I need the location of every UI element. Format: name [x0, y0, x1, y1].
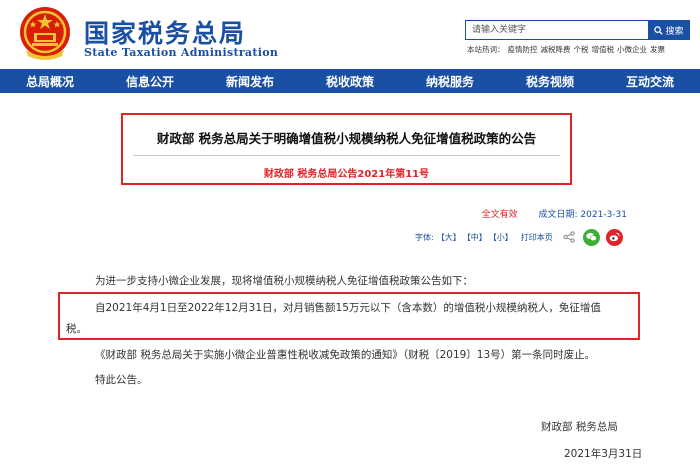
date-label: 成文日期:: [538, 210, 578, 220]
wechat-glyph-icon: [586, 232, 597, 242]
date-value: 2021-3-31: [580, 210, 627, 220]
article-title: 财政部 税务总局关于明确增值税小规模纳税人免征增值税政策的公告: [156, 131, 537, 146]
paragraph-policy-line2: 税。: [66, 323, 87, 335]
nav-item-taxpayer-service[interactable]: 纳税服务: [400, 69, 500, 93]
hot-word-link[interactable]: 增值税: [592, 45, 615, 54]
national-emblem-icon[interactable]: [18, 4, 72, 62]
signature: 财政部 税务总局: [541, 421, 618, 433]
signature-date: 2021年3月31日: [564, 448, 643, 460]
hot-word-link[interactable]: 个税: [574, 45, 589, 54]
nav-item-interaction[interactable]: 互动交流: [600, 69, 700, 93]
validity-status: 全文有效: [481, 210, 518, 220]
font-small-button[interactable]: 【小】: [489, 232, 513, 243]
paragraph-intro: 为进一步支持小微企业发展，现将增值税小规模纳税人免征增值税政策公告如下：: [95, 275, 473, 287]
nav-item-info-disclosure[interactable]: 信息公开: [100, 69, 200, 93]
hot-word-link[interactable]: 发票: [650, 45, 665, 54]
share-icon[interactable]: [563, 231, 575, 243]
article-meta: 全文有效 成文日期: 2021-3-31: [482, 207, 627, 220]
font-large-button[interactable]: 【大】: [437, 232, 461, 243]
nav-item-tax-policy[interactable]: 税收政策: [300, 69, 400, 93]
site-logo-subtitle: State Taxation Administration: [84, 46, 279, 59]
site-header: 国家税务总局 State Taxation Administration 搜索 …: [0, 0, 700, 68]
hot-words: 本站热词： 疫情防控 减税降费 个税 增值税 小微企业 发票: [467, 44, 668, 55]
search-icon: [654, 25, 664, 35]
nav-item-news[interactable]: 新闻发布: [200, 69, 300, 93]
hot-word-link[interactable]: 减税降费: [541, 45, 571, 54]
search-button-label: 搜索: [665, 26, 684, 37]
search-input[interactable]: [466, 21, 646, 39]
print-button[interactable]: 打印本页: [521, 232, 553, 243]
article-tools: 字体: 【大】 【中】 【小】 打印本页: [415, 228, 623, 246]
title-divider: [133, 155, 560, 156]
weibo-glyph-icon: [609, 232, 620, 242]
hot-words-label: 本站热词：: [467, 45, 505, 54]
font-size-label: 字体:: [415, 232, 434, 242]
hot-word-link[interactable]: 小微企业: [617, 45, 647, 54]
paragraph-policy-line1: 自2021年4月1日至2022年12月31日，对月销售额15万元以下（含本数）的…: [95, 302, 601, 314]
weibo-share-icon[interactable]: [605, 228, 623, 246]
search-button[interactable]: 搜索: [648, 20, 690, 40]
site-logo-title[interactable]: 国家税务总局: [84, 14, 246, 50]
article-document-number: 财政部 税务总局公告2021年第11号: [263, 169, 430, 180]
nav-item-overview[interactable]: 总局概况: [0, 69, 100, 93]
hot-word-link[interactable]: 疫情防控: [508, 45, 538, 54]
wechat-share-icon[interactable]: [582, 228, 600, 246]
search-box: 搜索: [465, 20, 690, 40]
font-medium-button[interactable]: 【中】: [463, 232, 487, 243]
paragraph-closing: 特此公告。: [95, 374, 148, 386]
main-nav: 总局概况 信息公开 新闻发布 税收政策 纳税服务 税务视频 互动交流: [0, 69, 700, 93]
nav-item-tax-video[interactable]: 税务视频: [500, 69, 600, 93]
paragraph-repeal: 《财政部 税务总局关于实施小微企业普惠性税收减免政策的通知》（财税〔2019〕1…: [95, 349, 596, 361]
article-title-box: 财政部 税务总局关于明确增值税小规模纳税人免征增值税政策的公告 财政部 税务总局…: [121, 113, 572, 185]
